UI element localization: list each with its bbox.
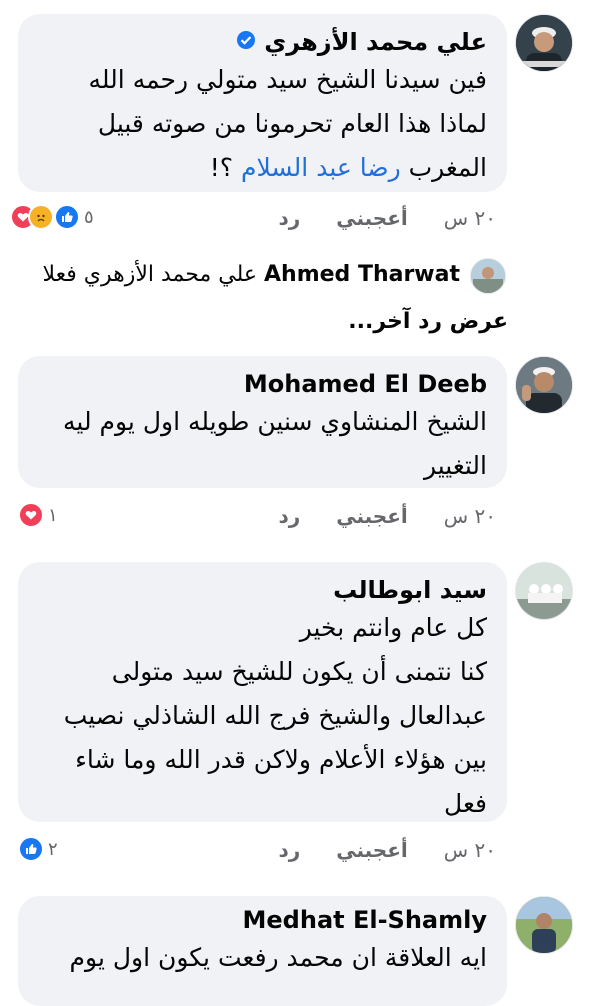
comment-bubble: علي محمد الأزهري فين سيدنا الشيخ سيد متو… xyxy=(18,14,507,192)
comment-bubble: سيد ابوطالب كل عام وانتم بخير كنا نتمنى … xyxy=(18,562,507,822)
like-button[interactable]: أعجبني xyxy=(336,838,408,862)
timestamp[interactable]: ٢٠ س xyxy=(444,838,496,862)
reaction-count: ٢ xyxy=(48,838,58,860)
comment-actions: ٢٠ س أعجبني رد xyxy=(278,838,496,862)
avatar[interactable] xyxy=(515,356,573,414)
avatar[interactable] xyxy=(470,258,506,294)
profile-photo-icon xyxy=(516,357,572,413)
profile-photo-icon xyxy=(516,897,572,953)
sad-icon xyxy=(28,204,54,230)
profile-photo-icon xyxy=(516,15,572,71)
reaction-summary[interactable]: ٢ xyxy=(18,836,58,862)
avatar[interactable] xyxy=(515,14,573,72)
verified-badge-icon xyxy=(236,26,256,58)
comment-text: الشيخ المنشاوي سنين طويله اول يوم ليه ال… xyxy=(63,407,487,480)
reply-button[interactable]: رد xyxy=(278,504,300,528)
avatar[interactable] xyxy=(515,562,573,620)
comment-author[interactable]: علي محمد الأزهري xyxy=(38,26,487,58)
profile-photo-icon xyxy=(471,259,505,293)
reply-author[interactable]: Ahmed Tharwat xyxy=(264,262,460,287)
timestamp[interactable]: ٢٠ س xyxy=(444,206,496,230)
comment-author[interactable]: Mohamed El Deeb xyxy=(38,368,487,400)
love-icon xyxy=(18,502,44,528)
reply-button[interactable]: رد xyxy=(278,838,300,862)
mention-link[interactable]: رضا عبد السلام xyxy=(241,153,401,182)
reaction-count: ٥ xyxy=(84,206,94,228)
author-name[interactable]: Mohamed El Deeb xyxy=(244,368,487,400)
comment-author[interactable]: Medhat El-Shamly xyxy=(38,904,487,936)
author-name[interactable]: Medhat El-Shamly xyxy=(243,904,487,936)
view-more-replies-link[interactable]: عرض رد آخر... xyxy=(348,309,508,334)
reply-button[interactable]: رد xyxy=(278,206,300,230)
reaction-summary[interactable]: ٥ xyxy=(10,204,94,230)
reaction-count: ١ xyxy=(48,504,58,526)
comment-text: ايه العلاقة ان محمد رفعت يكون اول يوم xyxy=(69,943,487,972)
reply-preview[interactable]: Ahmed Tharwat علي محمد الأزهري فعلا xyxy=(43,262,460,287)
reaction-summary[interactable]: ١ xyxy=(18,502,58,528)
comment-text: فين سيدنا الشيخ سيد متولي رحمه الله لماذ… xyxy=(88,65,488,182)
comment-actions: ٢٠ س أعجبني رد xyxy=(278,504,496,528)
like-icon xyxy=(18,836,44,862)
reply-text: علي محمد الأزهري فعلا xyxy=(42,262,257,287)
profile-photo-icon xyxy=(516,563,572,619)
timestamp[interactable]: ٢٠ س xyxy=(444,504,496,528)
comment-author[interactable]: سيد ابوطالب xyxy=(38,574,487,606)
like-button[interactable]: أعجبني xyxy=(336,504,408,528)
comment-actions: ٢٠ س أعجبني رد xyxy=(278,206,496,230)
comment-bubble: Medhat El-Shamly ايه العلاقة ان محمد رفع… xyxy=(18,896,507,1006)
avatar[interactable] xyxy=(515,896,573,954)
like-icon xyxy=(54,204,80,230)
comment-text: كل عام وانتم بخير كنا نتمنى أن يكون للشي… xyxy=(63,613,487,818)
author-name[interactable]: علي محمد الأزهري xyxy=(264,26,487,58)
comment-bubble: Mohamed El Deeb الشيخ المنشاوي سنين طويل… xyxy=(18,356,507,488)
like-button[interactable]: أعجبني xyxy=(336,206,408,230)
author-name[interactable]: سيد ابوطالب xyxy=(333,574,487,606)
